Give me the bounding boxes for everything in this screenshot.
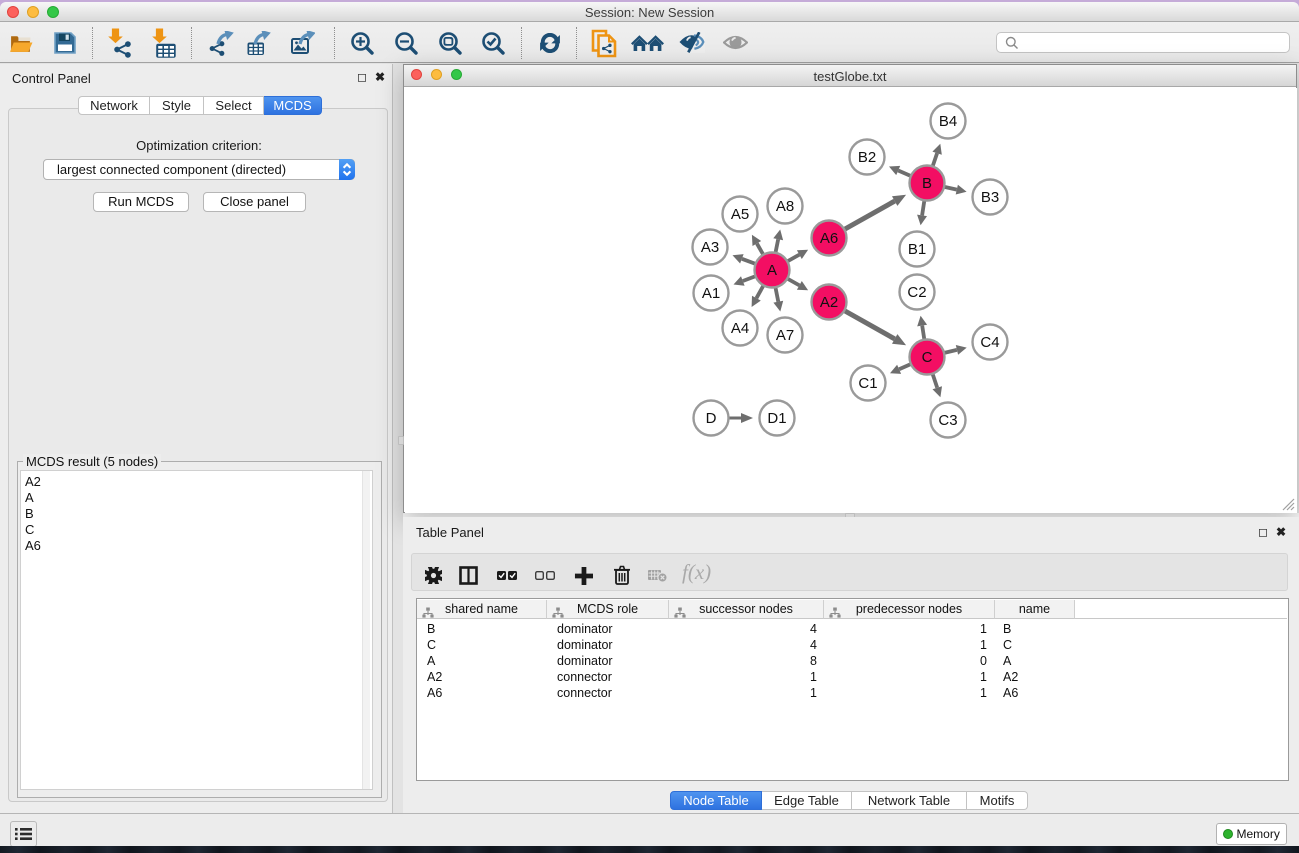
svg-text:A6: A6 bbox=[820, 230, 838, 247]
svg-text:A1: A1 bbox=[702, 285, 720, 302]
svg-text:B4: B4 bbox=[939, 113, 957, 130]
svg-text:C3: C3 bbox=[938, 412, 957, 429]
svg-text:A5: A5 bbox=[731, 206, 749, 223]
svg-text:A8: A8 bbox=[776, 198, 794, 215]
svg-text:A3: A3 bbox=[701, 239, 719, 256]
svg-text:A7: A7 bbox=[776, 327, 794, 344]
svg-text:A4: A4 bbox=[731, 320, 749, 337]
svg-text:A: A bbox=[767, 262, 777, 279]
svg-text:B1: B1 bbox=[908, 241, 926, 258]
svg-text:D: D bbox=[706, 410, 717, 427]
svg-text:C1: C1 bbox=[858, 375, 877, 392]
svg-text:C4: C4 bbox=[980, 334, 999, 351]
svg-text:A2: A2 bbox=[820, 294, 838, 311]
svg-text:B2: B2 bbox=[858, 149, 876, 166]
svg-text:B3: B3 bbox=[981, 189, 999, 206]
svg-text:B: B bbox=[922, 175, 932, 192]
svg-text:D1: D1 bbox=[767, 410, 786, 427]
svg-text:C2: C2 bbox=[907, 284, 926, 301]
svg-text:C: C bbox=[922, 349, 933, 366]
